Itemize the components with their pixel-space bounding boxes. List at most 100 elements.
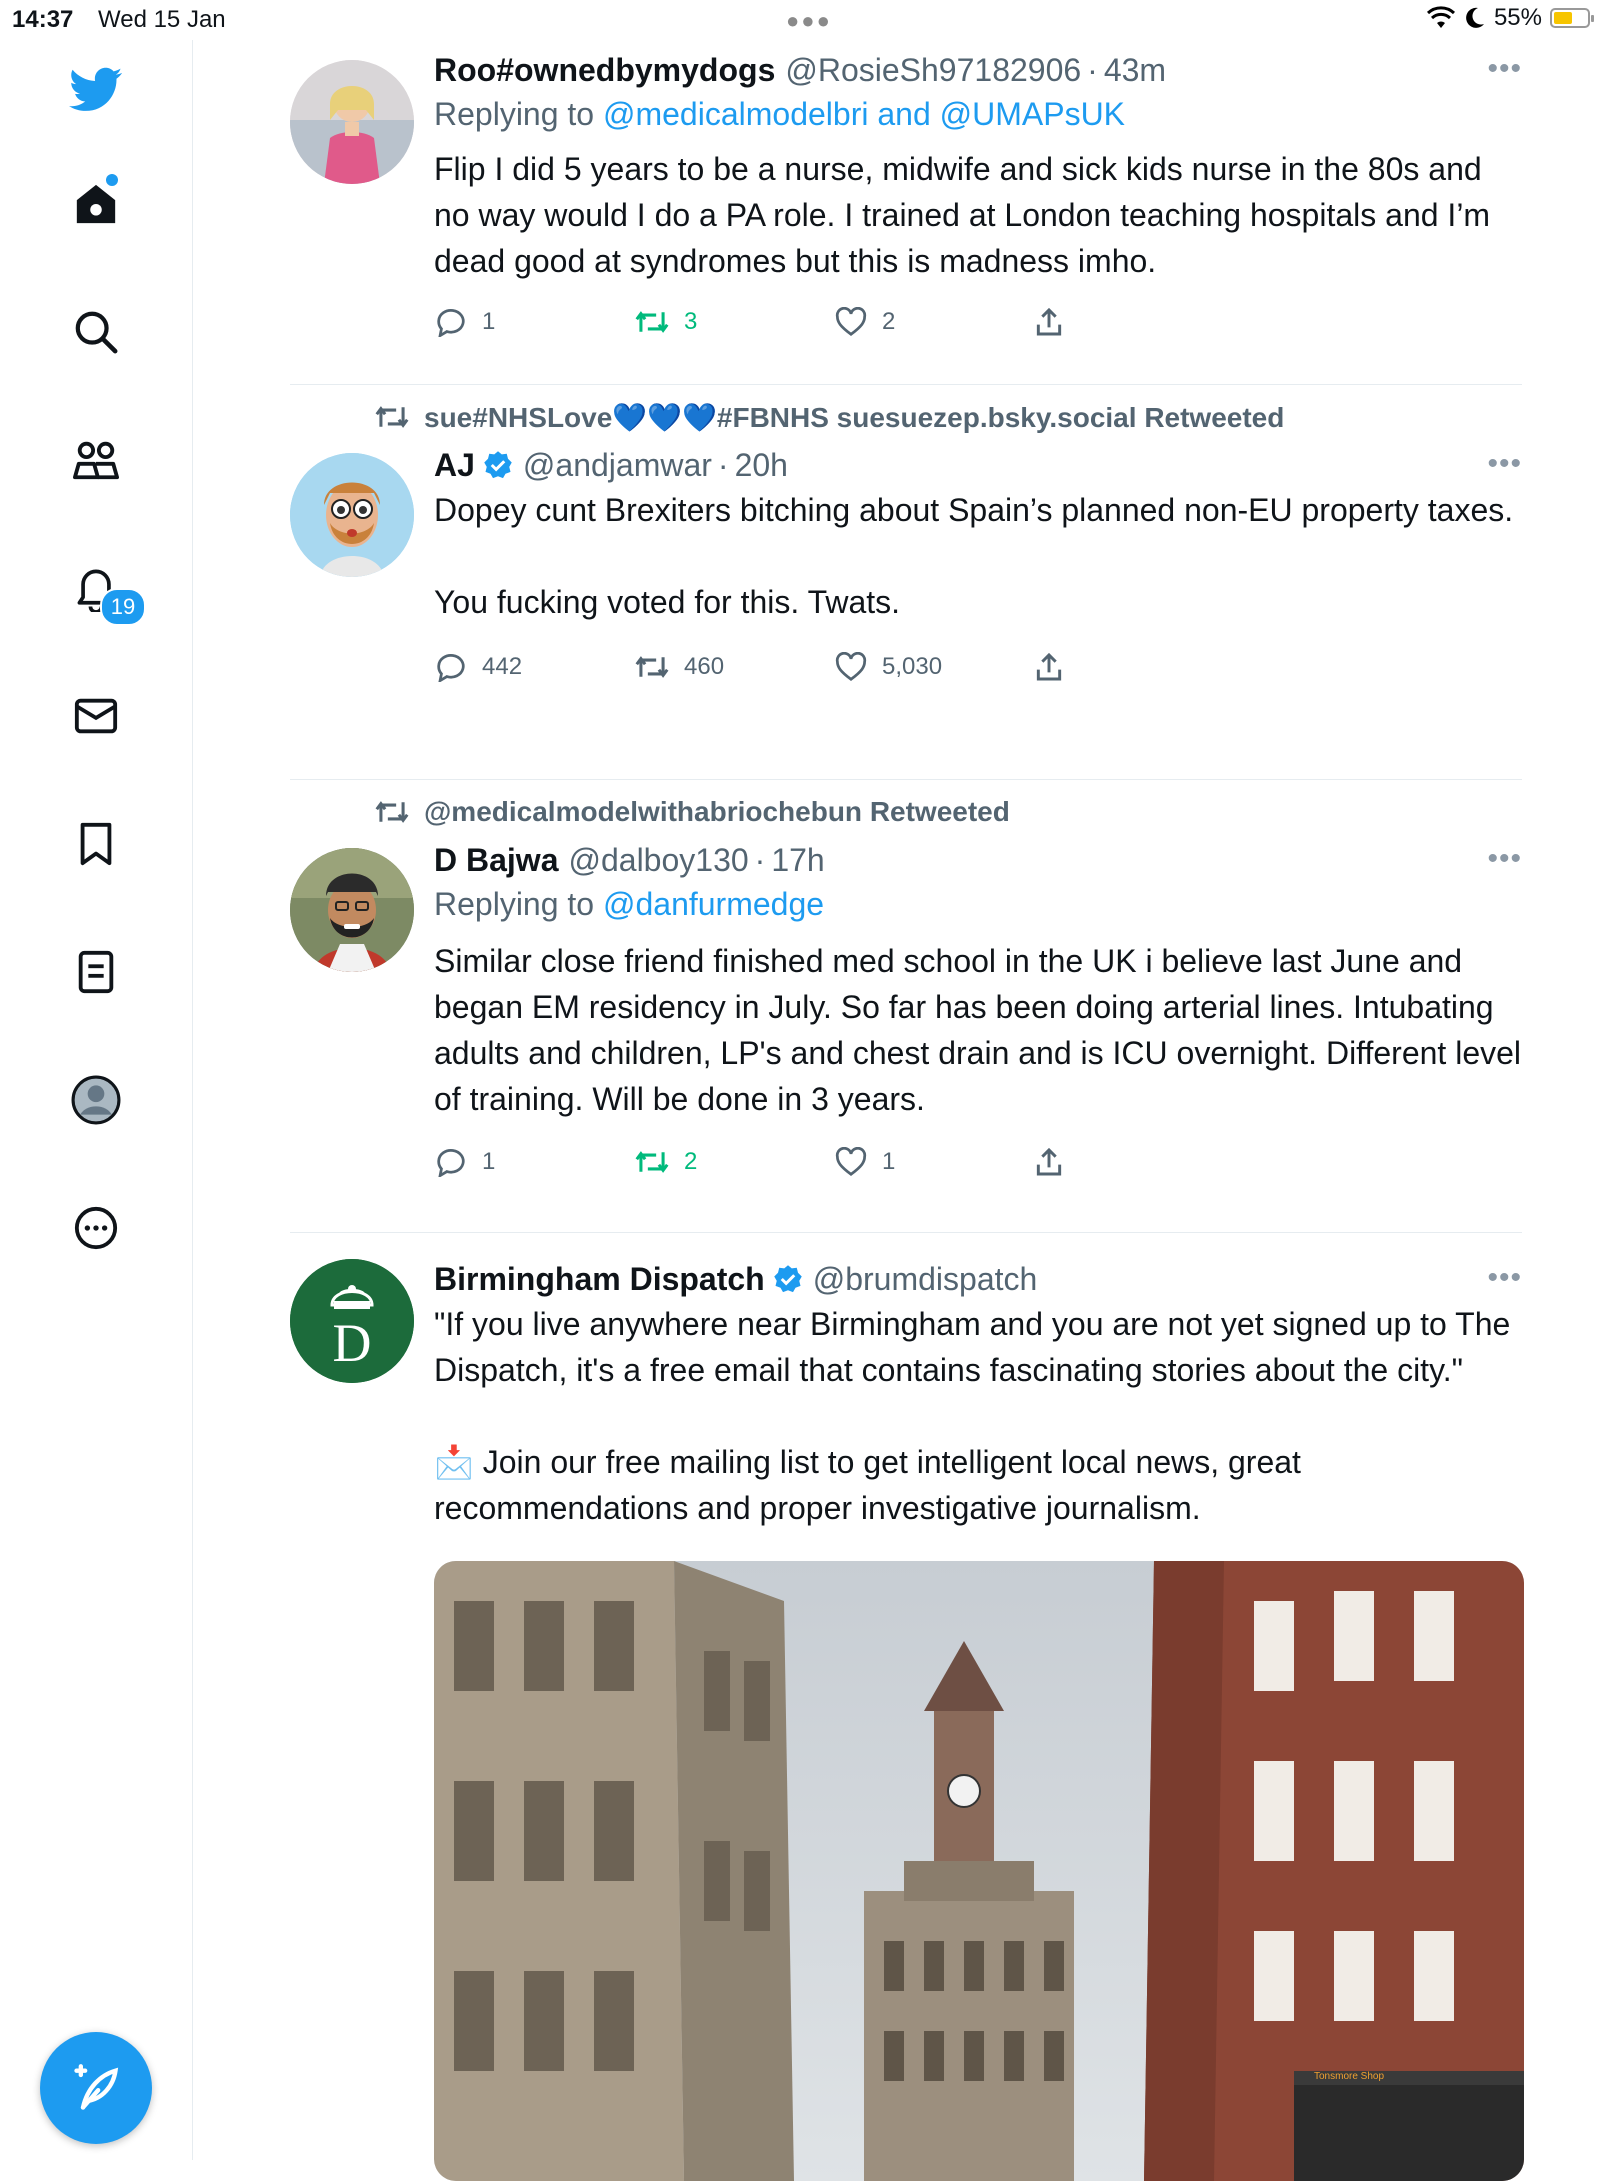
author-name[interactable]: Roo#ownedbymydogs [434,50,775,90]
twitter-logo-icon[interactable] [60,54,132,126]
retweet-button[interactable]: 2 [634,1147,834,1177]
author-handle[interactable]: @andjamwar [523,445,712,485]
tweet-time[interactable]: 17h [771,840,824,880]
replying-to: Replying to @danfurmedge [434,880,1522,928]
compose-tweet-button[interactable] [40,2032,152,2144]
avatar[interactable] [290,60,414,184]
author-handle[interactable]: @RosieSh97182906 [785,50,1081,90]
tweet-more-icon[interactable]: ••• [1487,447,1522,481]
tweet-actions: 442 460 5,030 [434,647,1522,687]
status-indicators: 55% [1426,4,1594,32]
like-count: 2 [882,308,896,335]
search-icon[interactable] [60,296,132,368]
sidebar: 19 [0,40,193,2160]
tweet[interactable]: Roo#ownedbymydogs @RosieSh97182906 · 43m… [290,40,1522,385]
retweet-icon [375,406,409,428]
tweet-more-icon[interactable]: ••• [1487,1261,1522,1295]
communities-icon[interactable] [60,424,132,496]
share-icon [1036,307,1062,336]
avatar[interactable]: D [290,1259,414,1383]
retweeter-name-start: sue#NHSLove [424,401,613,433]
tweet-media-image[interactable]: Tonsmore Shop [434,1561,1524,2181]
retweet-icon [635,311,669,333]
share-button[interactable] [1034,306,1234,338]
retweeted-by: sue#NHSLove💙💙💙#FBNHS suesuezep.bsky.soci… [290,385,1522,437]
verified-badge-icon [484,451,512,479]
tweet-header: D Bajwa @dalboy130 · 17h [434,840,1522,880]
replying-prefix: Replying to [434,96,603,132]
retweet-count: 460 [684,653,725,680]
retweet-button[interactable]: 3 [634,307,834,337]
status-bar: 14:37 Wed 15 Jan ●●● 55% [0,0,1620,40]
tweet-text: Similar close friend finished med school… [434,943,1530,1117]
reply-count: 1 [482,1148,496,1175]
retweet-count: 3 [684,308,698,335]
retweeted-by-text[interactable]: sue#NHSLove💙💙💙#FBNHS suesuezep.bsky.soci… [424,401,1284,434]
author-name[interactable]: AJ [434,445,475,485]
bookmarks-icon[interactable] [60,808,132,880]
retweet-icon [635,1151,669,1173]
author-name[interactable]: D Bajwa [434,840,558,880]
reply-icon [437,654,465,682]
tweet-time[interactable]: 43m [1104,50,1166,90]
avatar-letter: D [333,1313,372,1373]
share-icon [1036,652,1062,681]
retweet-icon [375,801,409,823]
compose-feather-icon [74,2064,119,2110]
retweeted-by: @medicalmodelwithabriochebun Retweeted [290,780,1522,832]
tweet[interactable]: D Birmingham Dispatch @brumdispatch ••• … [290,1233,1524,2181]
like-count: 5,030 [882,653,943,680]
heart-icon [835,307,867,336]
heart-icon [835,1147,867,1176]
like-count: 1 [882,1148,896,1175]
reply-button[interactable]: 442 [434,652,634,682]
tweet-actions: 1 3 2 [434,302,1522,342]
retweeter-name-end: #FBNHS suesuezep.bsky.social Retweeted [716,401,1285,433]
home-icon[interactable] [60,168,132,240]
lists-icon[interactable] [60,936,132,1008]
home-unread-dot [106,174,118,186]
reply-count: 442 [482,653,523,680]
battery-percent: 55% [1493,4,1542,31]
like-button[interactable]: 5,030 [834,652,1034,682]
blue-hearts-emoji: 💙💙💙 [612,401,717,433]
share-icon [1036,1147,1062,1176]
author-handle[interactable]: @brumdispatch [813,1259,1038,1299]
tweet-time[interactable]: 20h [735,445,788,485]
wifi-icon [1426,6,1455,28]
tweet-header: Birmingham Dispatch @brumdispatch [434,1259,1522,1299]
tweet-text: Flip I did 5 years to be a nurse, midwif… [434,151,1499,279]
reply-button[interactable]: 1 [434,1147,634,1177]
share-button[interactable] [1034,1146,1234,1178]
like-button[interactable]: 1 [834,1147,1034,1177]
tweet-more-icon[interactable]: ••• [1487,842,1522,876]
avatar[interactable] [290,453,414,577]
status-time: 14:37 [12,6,74,33]
tweet[interactable]: sue#NHSLove💙💙💙#FBNHS suesuezep.bsky.soci… [290,385,1522,780]
dot-separator: · [754,842,766,878]
author-name[interactable]: Birmingham Dispatch [434,1259,765,1299]
like-button[interactable]: 2 [834,307,1034,337]
reply-button[interactable]: 1 [434,307,634,337]
reply-icon [437,1149,465,1177]
replying-to-link[interactable]: @danfurmedge [603,886,824,922]
author-handle[interactable]: @dalboy130 [568,840,748,880]
multitasking-dots-icon[interactable]: ●●● [786,8,832,34]
retweeted-by-text[interactable]: @medicalmodelwithabriochebun Retweeted [424,796,1010,828]
verified-badge-icon [773,1265,802,1293]
timeline: Roo#ownedbymydogs @RosieSh97182906 · 43m… [290,40,1524,2181]
replying-to-link[interactable]: @medicalmodelbri and @UMAPsUK [603,96,1125,132]
avatar[interactable] [290,848,414,972]
profile-avatar-icon[interactable] [60,1064,132,1136]
tweet[interactable]: @medicalmodelwithabriochebun Retweeted D… [290,780,1522,1233]
tweet-more-icon[interactable]: ••• [1487,52,1522,86]
share-button[interactable] [1034,651,1234,683]
tweet-text: Dopey cunt Brexiters bitching about Spai… [434,492,1514,620]
tweet-text: "If you live anywhere near Birmingham an… [434,1306,1511,1526]
retweet-button[interactable]: 460 [634,652,834,682]
reply-icon [437,309,465,337]
tweet-header: AJ @andjamwar · 20h [434,445,1522,485]
more-options-icon[interactable] [60,1192,132,1264]
messages-envelope-icon[interactable] [60,680,132,752]
tweet-actions: 1 2 1 [434,1142,1522,1182]
